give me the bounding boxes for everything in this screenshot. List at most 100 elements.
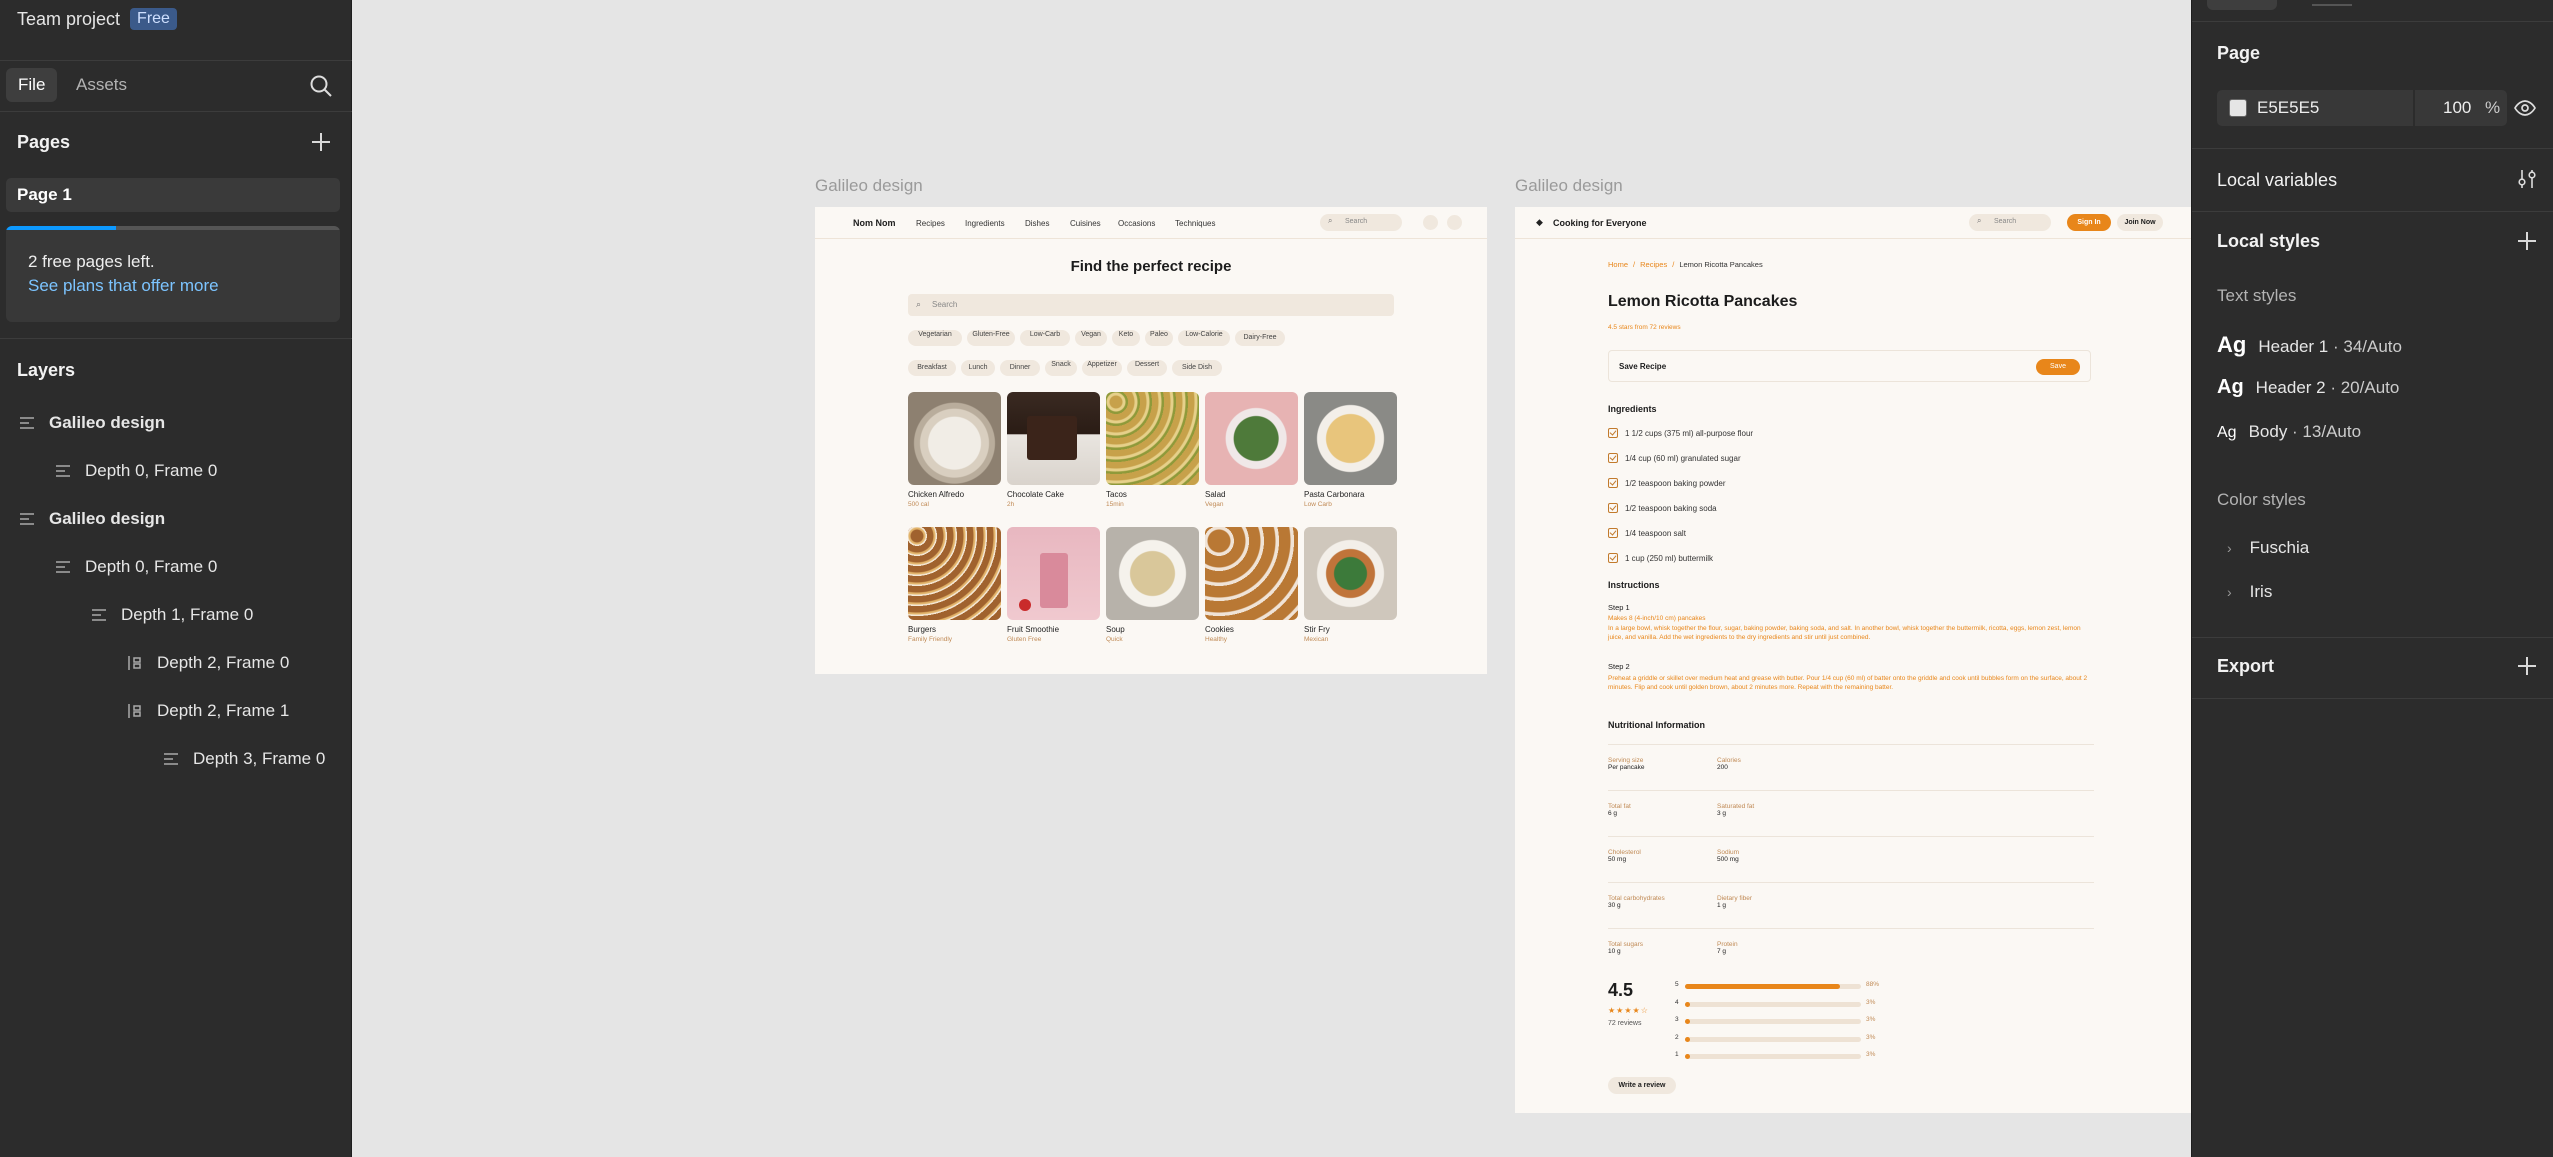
layer-row[interactable]: Galileo design <box>19 509 165 529</box>
user-icon[interactable] <box>1423 215 1438 230</box>
color-style-row[interactable]: › Fuschia <box>2227 538 2309 558</box>
nav-link[interactable]: Recipes <box>916 219 945 228</box>
color-swatch[interactable] <box>2229 99 2247 117</box>
variables-settings-icon[interactable] <box>2516 168 2538 190</box>
tab-design[interactable] <box>2207 0 2277 10</box>
filter-chip[interactable]: Low-Calorie <box>1178 330 1230 346</box>
sign-in-button[interactable]: Sign In <box>2067 214 2111 231</box>
layer-row[interactable]: Depth 3, Frame 0 <box>163 749 325 769</box>
nav-search-input[interactable]: ⌕ Search <box>1969 214 2051 231</box>
team-name[interactable]: Team project <box>17 9 120 30</box>
recipe-title[interactable]: Chocolate Cake <box>1007 490 1064 499</box>
filter-chip[interactable]: Dessert <box>1127 360 1167 376</box>
search-icon[interactable] <box>308 73 334 99</box>
layer-row[interactable]: Depth 2, Frame 1 <box>127 701 289 721</box>
nav-link[interactable]: Occasions <box>1118 219 1155 228</box>
recipe-title[interactable]: Cookies <box>1205 625 1234 634</box>
breadcrumb-recipes[interactable]: Recipes <box>1640 260 1667 269</box>
recipe-detail-frame[interactable]: ◆ Cooking for Everyone ⌕ Search Sign In … <box>1515 207 2191 1113</box>
text-style-row[interactable]: Ag Body · 13/Auto <box>2217 422 2361 442</box>
nav-link[interactable]: Techniques <box>1175 219 1215 228</box>
ingredient-checkbox[interactable] <box>1608 503 1618 513</box>
frame-label[interactable]: Galileo design <box>815 176 923 196</box>
page-opacity[interactable]: 100 <box>2443 98 2471 118</box>
page-color-field[interactable]: E5E5E5 100 % <box>2217 90 2507 126</box>
filter-chip[interactable]: Appetizer <box>1082 360 1122 376</box>
filter-chip[interactable]: Low-Carb <box>1020 330 1070 346</box>
brand-logo[interactable]: Cooking for Everyone <box>1553 218 1647 228</box>
local-variables-link[interactable]: Local variables <box>2217 170 2337 191</box>
text-style-row[interactable]: Ag Header 2 · 20/Auto <box>2217 376 2399 399</box>
main-search-input[interactable]: ⌕ Search <box>908 294 1394 316</box>
nav-link[interactable]: Ingredients <box>965 219 1005 228</box>
frame-label[interactable]: Galileo design <box>1515 176 1623 196</box>
recipe-title[interactable]: Tacos <box>1106 490 1127 499</box>
filter-chip[interactable]: Vegan <box>1075 330 1107 346</box>
filter-chip[interactable]: Gluten-Free <box>967 330 1015 346</box>
recipe-image-chicken-alfredo[interactable] <box>908 392 1001 485</box>
layer-row[interactable]: Depth 0, Frame 0 <box>55 461 217 481</box>
page-item-page-1[interactable]: Page 1 <box>6 178 340 212</box>
recipe-title[interactable]: Stir Fry <box>1304 625 1330 634</box>
recipe-image-salad[interactable] <box>1205 392 1298 485</box>
recipe-title[interactable]: Pasta Carbonara <box>1304 490 1364 499</box>
ingredient-checkbox[interactable] <box>1608 478 1618 488</box>
recipe-search-frame[interactable]: Nom Nom Recipes Ingredients Dishes Cuisi… <box>815 207 1487 674</box>
brand-logo[interactable]: Nom Nom <box>853 218 896 228</box>
eye-icon[interactable] <box>2513 96 2537 120</box>
ingredient-checkbox[interactable] <box>1608 553 1618 563</box>
nav-search-input[interactable]: ⌕ Search <box>1320 214 1402 231</box>
filter-chip[interactable]: Dinner <box>1000 360 1040 376</box>
filter-chip[interactable]: Snack <box>1045 360 1077 376</box>
page-color-hex[interactable]: E5E5E5 <box>2257 98 2319 118</box>
recipe-title[interactable]: Soup <box>1106 625 1125 634</box>
filter-chip[interactable]: Lunch <box>961 360 995 376</box>
nav-link[interactable]: Dishes <box>1025 219 1049 228</box>
recipe-image-cookies[interactable] <box>1205 527 1298 620</box>
team-header[interactable]: Team project Free <box>17 8 177 30</box>
recipe-title[interactable]: Chicken Alfredo <box>908 490 964 499</box>
color-style-row[interactable]: › Iris <box>2227 582 2272 602</box>
recipe-title[interactable]: Fruit Smoothie <box>1007 625 1059 634</box>
layer-row[interactable]: Galileo design <box>19 413 165 433</box>
ingredient-checkbox[interactable] <box>1608 528 1618 538</box>
layer-row[interactable]: Depth 2, Frame 0 <box>127 653 289 673</box>
recipe-image-soup[interactable] <box>1106 527 1199 620</box>
nutrition-divider <box>1608 928 2094 929</box>
recipe-image-stir-fry[interactable] <box>1304 527 1397 620</box>
chevron-right-icon[interactable]: › <box>2227 540 2232 556</box>
tab-file[interactable]: File <box>6 68 58 102</box>
add-style-icon[interactable] <box>2516 230 2538 252</box>
tab-prototype[interactable] <box>2312 0 2352 6</box>
recipe-image-pasta-carbonara[interactable] <box>1304 392 1397 485</box>
ingredient-checkbox[interactable] <box>1608 428 1618 438</box>
filter-chip[interactable]: Keto <box>1112 330 1140 346</box>
recipe-image-fruit-smoothie[interactable] <box>1007 527 1100 620</box>
cart-icon[interactable] <box>1447 215 1462 230</box>
save-button[interactable]: Save <box>2036 359 2080 375</box>
nutrition-label: Calories <box>1717 757 1741 764</box>
text-style-row[interactable]: Ag Header 1 · 34/Auto <box>2217 332 2402 358</box>
filter-chip[interactable]: Vegetarian <box>908 330 962 346</box>
recipe-image-tacos[interactable] <box>1106 392 1199 485</box>
recipe-image-chocolate-cake[interactable] <box>1007 392 1100 485</box>
layer-row[interactable]: Depth 0, Frame 0 <box>55 557 217 577</box>
join-now-button[interactable]: Join Now <box>2117 214 2163 231</box>
add-page-icon[interactable] <box>310 131 332 153</box>
upsell-link[interactable]: See plans that offer more <box>28 276 219 296</box>
recipe-title[interactable]: Burgers <box>908 625 936 634</box>
write-review-button[interactable]: Write a review <box>1608 1077 1676 1094</box>
filter-chip[interactable]: Side Dish <box>1172 360 1222 376</box>
breadcrumb-home[interactable]: Home <box>1608 260 1628 269</box>
tab-assets[interactable]: Assets <box>64 68 139 102</box>
filter-chip[interactable]: Breakfast <box>908 360 956 376</box>
chevron-right-icon[interactable]: › <box>2227 584 2232 600</box>
nav-link[interactable]: Cuisines <box>1070 219 1101 228</box>
add-export-icon[interactable] <box>2516 655 2538 677</box>
recipe-image-burgers[interactable] <box>908 527 1001 620</box>
recipe-title[interactable]: Salad <box>1205 490 1225 499</box>
ingredient-checkbox[interactable] <box>1608 453 1618 463</box>
filter-chip[interactable]: Paleo <box>1145 330 1173 346</box>
filter-chip[interactable]: Dairy-Free <box>1235 330 1285 346</box>
layer-row[interactable]: Depth 1, Frame 0 <box>91 605 253 625</box>
